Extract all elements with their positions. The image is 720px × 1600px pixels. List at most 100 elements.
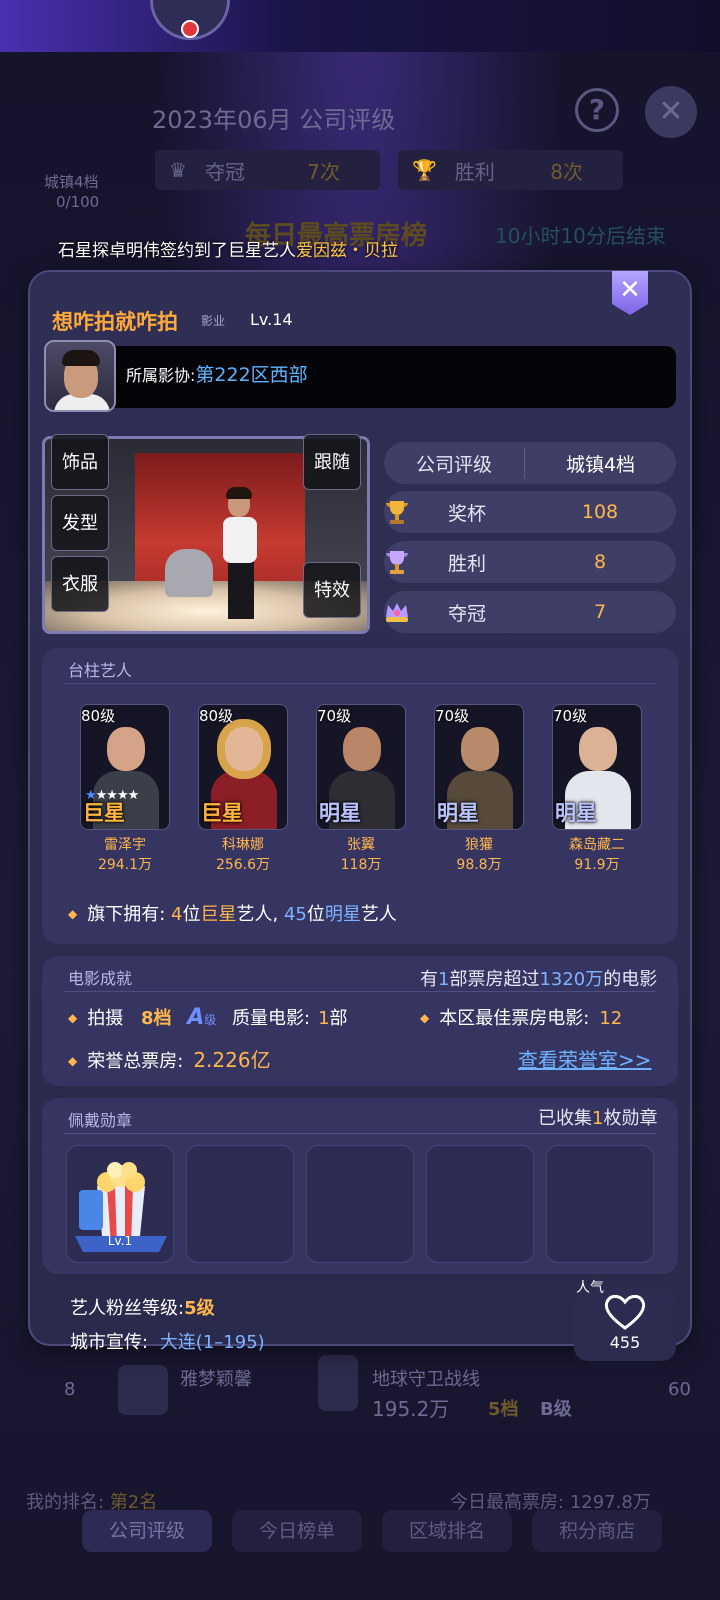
heart-icon xyxy=(604,1294,646,1330)
artist-rank-badge: 明星 xyxy=(437,801,479,825)
rating-row: 公司评级 城镇4档 xyxy=(384,442,676,484)
shoot-level: A xyxy=(187,1005,205,1030)
artist-head xyxy=(107,727,145,771)
artist-fans: 91.9万 xyxy=(574,857,620,873)
popularity-value: 455 xyxy=(609,1333,641,1352)
artist-card[interactable]: 70级 明星 森岛藏二 91.9万 xyxy=(552,704,642,874)
tab-points-shop[interactable]: 积分商店 xyxy=(532,1510,662,1552)
bg-win-stat: 🏆 胜利 8次 xyxy=(398,150,623,190)
superstar-label: 巨星 xyxy=(200,904,237,925)
champion-label-wrap: 夺冠 xyxy=(384,599,524,626)
notification-dot xyxy=(181,20,199,38)
artist-name: 狼獾 xyxy=(465,837,493,853)
artist-word-2: 艺人 xyxy=(360,904,397,925)
bg-row-level: B级 xyxy=(540,1399,572,1420)
notice-artist-name: 爱因兹・贝拉 xyxy=(296,241,398,261)
empty-medal-slot[interactable] xyxy=(426,1145,534,1263)
follow-button[interactable]: 跟随 xyxy=(303,434,361,490)
bg-town-level: 城镇4档 0/100 xyxy=(44,172,99,212)
empty-medal-slot[interactable] xyxy=(546,1145,654,1263)
notice-text: 石星探卓明伟签约到了巨星艺人 xyxy=(58,241,296,261)
fan-level-value: 5级 xyxy=(184,1298,215,1319)
accessories-button[interactable]: 饰品 xyxy=(51,434,109,490)
bg-row-box: 195.2万 xyxy=(372,1397,450,1421)
bg-row-avatar xyxy=(118,1365,168,1415)
artist-name: 雷泽宇 xyxy=(104,837,146,853)
quality-unit: 部 xyxy=(329,1008,348,1029)
artist-rank-badge: 巨星 xyxy=(201,801,243,825)
artist-fans: 98.8万 xyxy=(456,857,502,873)
medal-slot[interactable]: Lv.1 xyxy=(66,1145,174,1263)
bg-page-title: 2023年06月 公司评级 xyxy=(152,106,396,134)
bg-rank-countdown: 10小时10分后结束 xyxy=(495,224,666,248)
company-tag: 影业 xyxy=(201,314,226,328)
artist-head xyxy=(225,727,263,771)
empty-medal-slot[interactable] xyxy=(306,1145,414,1263)
medals-section-title: 佩戴勋章 xyxy=(68,1111,133,1130)
avatar[interactable] xyxy=(44,340,116,412)
help-icon[interactable]: ? xyxy=(575,88,619,132)
artist-rank-badge: 明星 xyxy=(319,801,361,825)
empty-medal-slot[interactable] xyxy=(186,1145,294,1263)
bg-champion-count: 7次 xyxy=(307,159,340,184)
guild-name[interactable]: 第222区西部 xyxy=(195,364,307,386)
artist-portrait: 70级 明星 xyxy=(552,704,642,830)
company-level: Lv.14 xyxy=(250,310,293,329)
artists-owned-summary: ◆ 旗下拥有: 4位巨星艺人, 45位明星艺人 xyxy=(68,900,397,926)
win-row: 胜利 8 xyxy=(384,541,676,583)
champion-row: 夺冠 7 xyxy=(384,591,676,633)
summary-count: 1 xyxy=(438,969,450,990)
bg-row-poster xyxy=(318,1355,358,1411)
diamond-bullet-icon: ◆ xyxy=(68,907,78,921)
shoot-label: 拍摄 xyxy=(87,1008,124,1029)
owned-prefix: 旗下拥有: xyxy=(87,904,172,925)
collected-count: 1 xyxy=(592,1108,604,1129)
shoot-grade: 8档 xyxy=(140,1008,172,1029)
win-label: 胜利 xyxy=(448,552,487,575)
shoot-stat: ◆ 拍摄 8档 A级 质量电影: 1部 xyxy=(68,1004,348,1030)
win-cup-icon xyxy=(386,551,408,574)
star-unit: 位 xyxy=(306,904,325,925)
summary-prefix: 有 xyxy=(420,969,438,990)
city-promo-value[interactable]: 大连(1–195) xyxy=(160,1332,265,1353)
shoot-level-unit: 级 xyxy=(204,1013,217,1027)
superstar-unit: 位 xyxy=(182,904,201,925)
trophy-row: 奖杯 108 xyxy=(384,491,676,533)
movies-summary: 有1部票房超过1320万的电影 xyxy=(420,965,657,991)
best-label: 本区最佳票房电影: xyxy=(439,1008,590,1029)
best-value: 12 xyxy=(599,1008,623,1029)
star-count: 45 xyxy=(283,904,307,925)
artist-fans: 294.1万 xyxy=(97,857,153,873)
clothing-button[interactable]: 衣服 xyxy=(51,556,109,612)
bg-town-level-text: 城镇4档 xyxy=(44,173,99,191)
tab-region-rank[interactable]: 区域排名 xyxy=(382,1510,512,1552)
win-label-wrap: 胜利 xyxy=(384,549,524,576)
avatar-hair xyxy=(62,350,100,366)
artist-portrait: 70级 明星 xyxy=(434,704,524,830)
tab-company-rating[interactable]: 公司评级 xyxy=(82,1510,212,1552)
honor-value: 2.226亿 xyxy=(193,1048,271,1072)
section-divider xyxy=(64,683,656,684)
honor-box-office: ◆ 荣誉总票房: 2.226亿 xyxy=(68,1044,271,1073)
artist-level: 70级 xyxy=(435,707,470,725)
artist-card[interactable]: 70级 明星 张翼 118万 xyxy=(316,704,406,874)
summary-mid: 部票房超过 xyxy=(449,969,540,990)
quality-count: 1 xyxy=(318,1008,330,1029)
bg-close-icon[interactable]: ✕ xyxy=(645,86,697,138)
effects-button[interactable]: 特效 xyxy=(303,562,361,618)
artist-fans: 256.6万 xyxy=(215,857,271,873)
view-honor-room-link[interactable]: 查看荣誉室>> xyxy=(518,1044,652,1073)
hairstyle-button[interactable]: 发型 xyxy=(51,495,109,551)
artist-card[interactable]: 80级 巨星 科琳娜 256.6万 xyxy=(198,704,288,874)
crown-icon: ♛ xyxy=(169,158,187,182)
broadcast-notice: 石星探卓明伟签约到了巨星艺人爱因兹・贝拉 xyxy=(58,236,398,261)
trophy-value: 108 xyxy=(581,501,619,523)
popularity-box[interactable]: 人气 455 xyxy=(574,1280,676,1361)
summary-amount: 1320万 xyxy=(539,969,604,990)
tab-daily-list[interactable]: 今日榜单 xyxy=(232,1510,362,1552)
artist-card[interactable]: 80级 ★★★★★ 巨星 雷泽宇 294.1万 xyxy=(80,704,170,874)
artist-card[interactable]: 70级 明星 狼獾 98.8万 xyxy=(434,704,524,874)
artist-portrait: 80级 ★★★★★ 巨星 xyxy=(80,704,170,830)
diamond-bullet-icon: ◆ xyxy=(68,1011,78,1025)
bg-win-count: 8次 xyxy=(550,159,583,184)
